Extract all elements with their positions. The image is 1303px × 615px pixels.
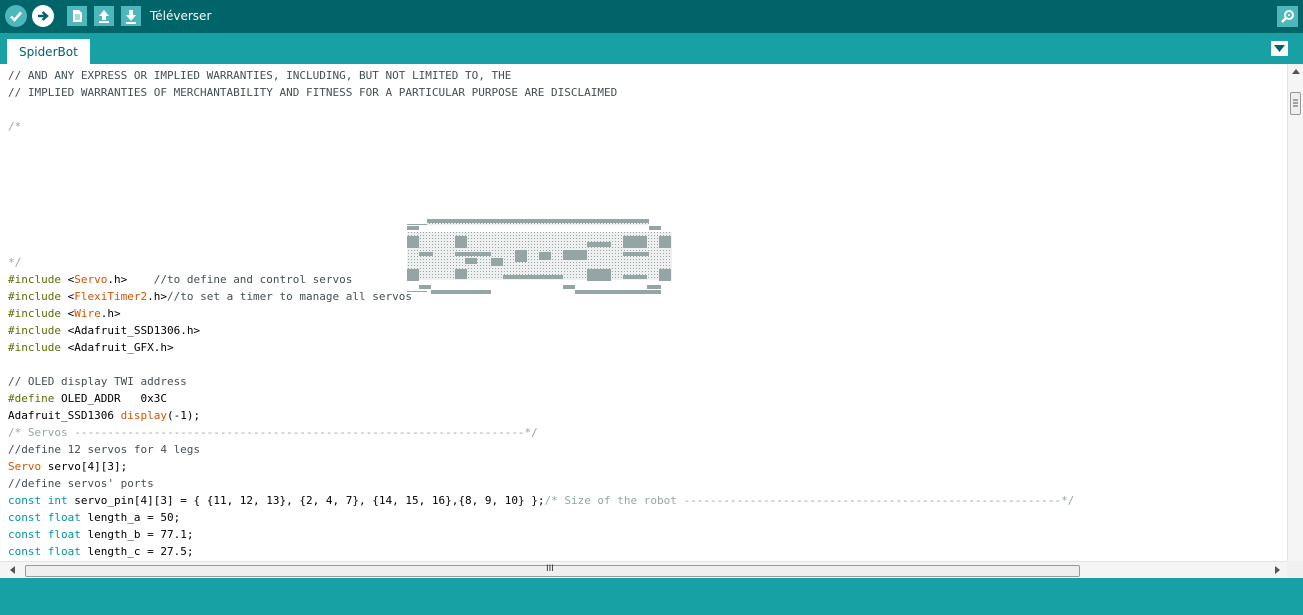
- code-line: // IMPLIED WARRANTIES OF MERCHANTABILITY…: [8, 86, 618, 99]
- document-icon: [73, 10, 82, 22]
- code-line: /* Servos ------------------------------…: [8, 426, 538, 439]
- code-line: // AND ANY EXPRESS OR IMPLIED WARRANTIES…: [8, 69, 512, 82]
- code-line: const float length_b = 77.1;: [8, 528, 194, 541]
- code-line: const float length_c = 27.5;: [8, 545, 194, 558]
- code-line: // OLED display TWI address: [8, 375, 187, 388]
- horizontal-scroll-thumb[interactable]: III: [25, 564, 1080, 577]
- code-line: #define OLED_ADDR 0x3C: [8, 392, 167, 405]
- toolbar: Téléverser: [0, 0, 1303, 33]
- code-line: const float length_a = 50;: [8, 511, 181, 524]
- checkmark-icon: [10, 11, 22, 22]
- upload-button[interactable]: [32, 5, 54, 27]
- grip-icon: III: [546, 564, 554, 574]
- code-editor[interactable]: // AND ANY EXPRESS OR IMPLIED WARRANTIES…: [0, 64, 1287, 561]
- save-button[interactable]: [121, 6, 141, 26]
- verify-button[interactable]: [5, 5, 27, 27]
- arrow-up-icon: [99, 10, 109, 23]
- arrow-left-icon[interactable]: [10, 566, 15, 574]
- code-line: /*: [8, 120, 22, 133]
- code-line: //define servos' ports: [8, 477, 154, 490]
- triangle-down-icon: [1274, 45, 1285, 52]
- code-line: #include <FlexiTimer2.h>//to set a timer…: [8, 290, 413, 303]
- status-bar: [0, 578, 1303, 615]
- toolbar-hover-label: Téléverser: [150, 9, 212, 23]
- arrow-down-icon: [126, 10, 136, 24]
- code-line: const int servo_pin[4][3] = { {11, 12, 1…: [8, 494, 1075, 507]
- arrow-right-icon[interactable]: [1275, 566, 1280, 574]
- code-line: #include <Adafruit_GFX.h>: [8, 341, 174, 354]
- code-line: */: [8, 256, 22, 269]
- scrollbar-corner: [1287, 561, 1303, 578]
- vertical-scrollbar[interactable]: [1287, 64, 1303, 561]
- code-line: //define 12 servos for 4 legs: [8, 443, 201, 456]
- open-button[interactable]: [94, 6, 114, 26]
- code-line: #include <Wire.h>: [8, 307, 121, 320]
- arrow-up-icon[interactable]: [1292, 69, 1300, 74]
- tab-bar: SpiderBot: [0, 33, 1303, 64]
- arrow-right-icon: [38, 11, 49, 21]
- new-button[interactable]: [67, 6, 87, 26]
- ascii-art-banner: [407, 219, 672, 294]
- vertical-scroll-thumb[interactable]: [1290, 92, 1301, 115]
- tab-spiderbot[interactable]: SpiderBot: [7, 39, 90, 64]
- code-line: #include <Adafruit_SSD1306.h>: [8, 324, 201, 337]
- code-line: Servo servo[4][3];: [8, 460, 128, 473]
- code-line: Adafruit_SSD1306 display(-1);: [8, 409, 201, 422]
- horizontal-scrollbar[interactable]: III: [0, 561, 1287, 578]
- code-line: #include <Servo.h> //to define and contr…: [8, 273, 353, 286]
- tab-menu-button[interactable]: [1271, 41, 1288, 56]
- magnifier-icon: [1281, 10, 1294, 23]
- serial-monitor-button[interactable]: [1277, 6, 1298, 27]
- grip-icon: [1293, 99, 1298, 107]
